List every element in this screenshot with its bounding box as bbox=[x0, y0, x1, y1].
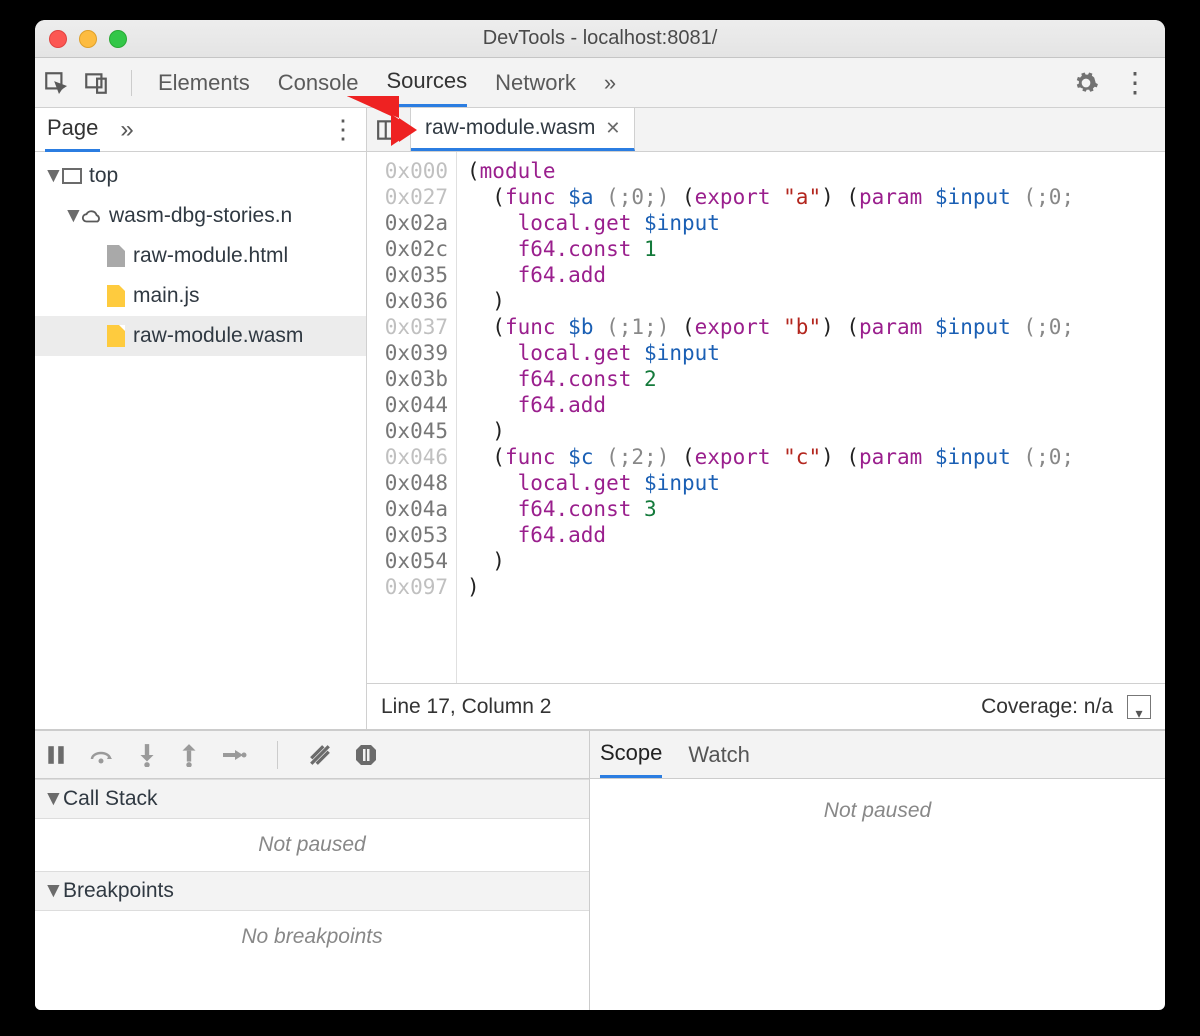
navigator-overflow[interactable]: » bbox=[120, 116, 133, 144]
breakpoints-header[interactable]: ▼ Breakpoints bbox=[35, 871, 589, 911]
editor-menu-icon[interactable] bbox=[1127, 695, 1151, 719]
main-toolbar: Elements Console Sources Network » ⋮ bbox=[35, 58, 1165, 108]
editor-column: raw-module.wasm ✕ 0x0000x0270x02a0x02c0x… bbox=[367, 108, 1165, 729]
device-toolbar-icon[interactable] bbox=[83, 70, 109, 96]
tree-file-wasm[interactable]: raw-module.wasm bbox=[35, 316, 366, 356]
tree-label: main.js bbox=[133, 284, 200, 308]
titlebar: DevTools - localhost:8081/ bbox=[35, 20, 1165, 58]
step-over-icon[interactable] bbox=[89, 744, 115, 766]
scope-empty: Not paused bbox=[590, 779, 1165, 1010]
tree-label: raw-module.wasm bbox=[133, 324, 303, 348]
tree-label: wasm-dbg-stories.n bbox=[109, 204, 292, 228]
breakpoints-label: Breakpoints bbox=[63, 879, 174, 903]
scope-tabs: Scope Watch bbox=[590, 731, 1165, 779]
separator bbox=[277, 741, 278, 769]
kebab-menu-icon[interactable]: ⋮ bbox=[1121, 66, 1149, 99]
document-file-icon bbox=[105, 245, 127, 267]
editor-tab-label: raw-module.wasm bbox=[425, 116, 595, 140]
disclosure-triangle-icon[interactable]: ▼ bbox=[43, 879, 57, 903]
debugger-panel: ▼ Call Stack Not paused ▼ Breakpoints No… bbox=[35, 730, 1165, 1010]
debugger-left: ▼ Call Stack Not paused ▼ Breakpoints No… bbox=[35, 731, 590, 1010]
step-out-icon[interactable] bbox=[179, 743, 199, 767]
breakpoints-empty: No breakpoints bbox=[35, 911, 589, 963]
devtools-window: DevTools - localhost:8081/ Elements Cons… bbox=[35, 20, 1165, 1010]
disclosure-triangle-icon[interactable]: ▼ bbox=[63, 204, 77, 228]
cloud-icon bbox=[81, 205, 103, 227]
navigator-sidebar: Page » ⋮ ▼ top ▼ wasm-dbg-stories.n bbox=[35, 108, 367, 729]
cursor-position: Line 17, Column 2 bbox=[381, 695, 551, 719]
file-tree: ▼ top ▼ wasm-dbg-stories.n raw-module.ht… bbox=[35, 152, 366, 360]
debugger-toolbar bbox=[35, 731, 589, 779]
call-stack-empty: Not paused bbox=[35, 819, 589, 871]
separator bbox=[131, 70, 132, 96]
tree-origin[interactable]: ▼ wasm-dbg-stories.n bbox=[35, 196, 366, 236]
tree-file-html[interactable]: raw-module.html bbox=[35, 236, 366, 276]
inspect-element-icon[interactable] bbox=[43, 70, 69, 96]
code-content[interactable]: (module (func $a (;0;) (export "a") (par… bbox=[457, 152, 1165, 683]
step-icon[interactable] bbox=[221, 745, 247, 765]
settings-gear-icon[interactable] bbox=[1073, 70, 1099, 96]
tree-label: top bbox=[89, 164, 118, 188]
navigator-tabs: Page » ⋮ bbox=[35, 108, 366, 152]
tab-elements[interactable]: Elements bbox=[158, 58, 250, 107]
frame-icon bbox=[61, 165, 83, 187]
annotation-arrow-icon bbox=[347, 96, 417, 158]
tree-label: raw-module.html bbox=[133, 244, 288, 268]
tab-watch[interactable]: Watch bbox=[688, 731, 750, 778]
call-stack-header[interactable]: ▼ Call Stack bbox=[35, 779, 589, 819]
close-tab-icon[interactable]: ✕ bbox=[605, 118, 620, 139]
step-into-icon[interactable] bbox=[137, 743, 157, 767]
editor-tabstrip: raw-module.wasm ✕ bbox=[367, 108, 1165, 152]
sources-content: Page » ⋮ ▼ top ▼ wasm-dbg-stories.n bbox=[35, 108, 1165, 730]
script-file-icon bbox=[105, 285, 127, 307]
disclosure-triangle-icon[interactable]: ▼ bbox=[43, 164, 57, 188]
tab-network[interactable]: Network bbox=[495, 58, 576, 107]
tabs-overflow[interactable]: » bbox=[604, 58, 616, 107]
editor-status-bar: Line 17, Column 2 Coverage: n/a bbox=[367, 683, 1165, 729]
editor-tab-raw-module-wasm[interactable]: raw-module.wasm ✕ bbox=[411, 108, 635, 151]
script-file-icon bbox=[105, 325, 127, 347]
disclosure-triangle-icon[interactable]: ▼ bbox=[43, 787, 57, 811]
tree-file-js[interactable]: main.js bbox=[35, 276, 366, 316]
deactivate-breakpoints-icon[interactable] bbox=[308, 743, 332, 767]
code-editor[interactable]: 0x0000x0270x02a0x02c0x0350x0360x0370x039… bbox=[367, 152, 1165, 683]
debugger-right: Scope Watch Not paused bbox=[590, 731, 1165, 1010]
window-title: DevTools - localhost:8081/ bbox=[35, 27, 1165, 50]
pause-on-exceptions-icon[interactable] bbox=[354, 743, 378, 767]
call-stack-label: Call Stack bbox=[63, 787, 158, 811]
tab-scope[interactable]: Scope bbox=[600, 731, 662, 778]
pause-icon[interactable] bbox=[45, 744, 67, 766]
tree-frame-top[interactable]: ▼ top bbox=[35, 156, 366, 196]
navigator-tab-page[interactable]: Page bbox=[45, 107, 100, 152]
gutter[interactable]: 0x0000x0270x02a0x02c0x0350x0360x0370x039… bbox=[367, 152, 457, 683]
coverage-status: Coverage: n/a bbox=[981, 695, 1113, 719]
